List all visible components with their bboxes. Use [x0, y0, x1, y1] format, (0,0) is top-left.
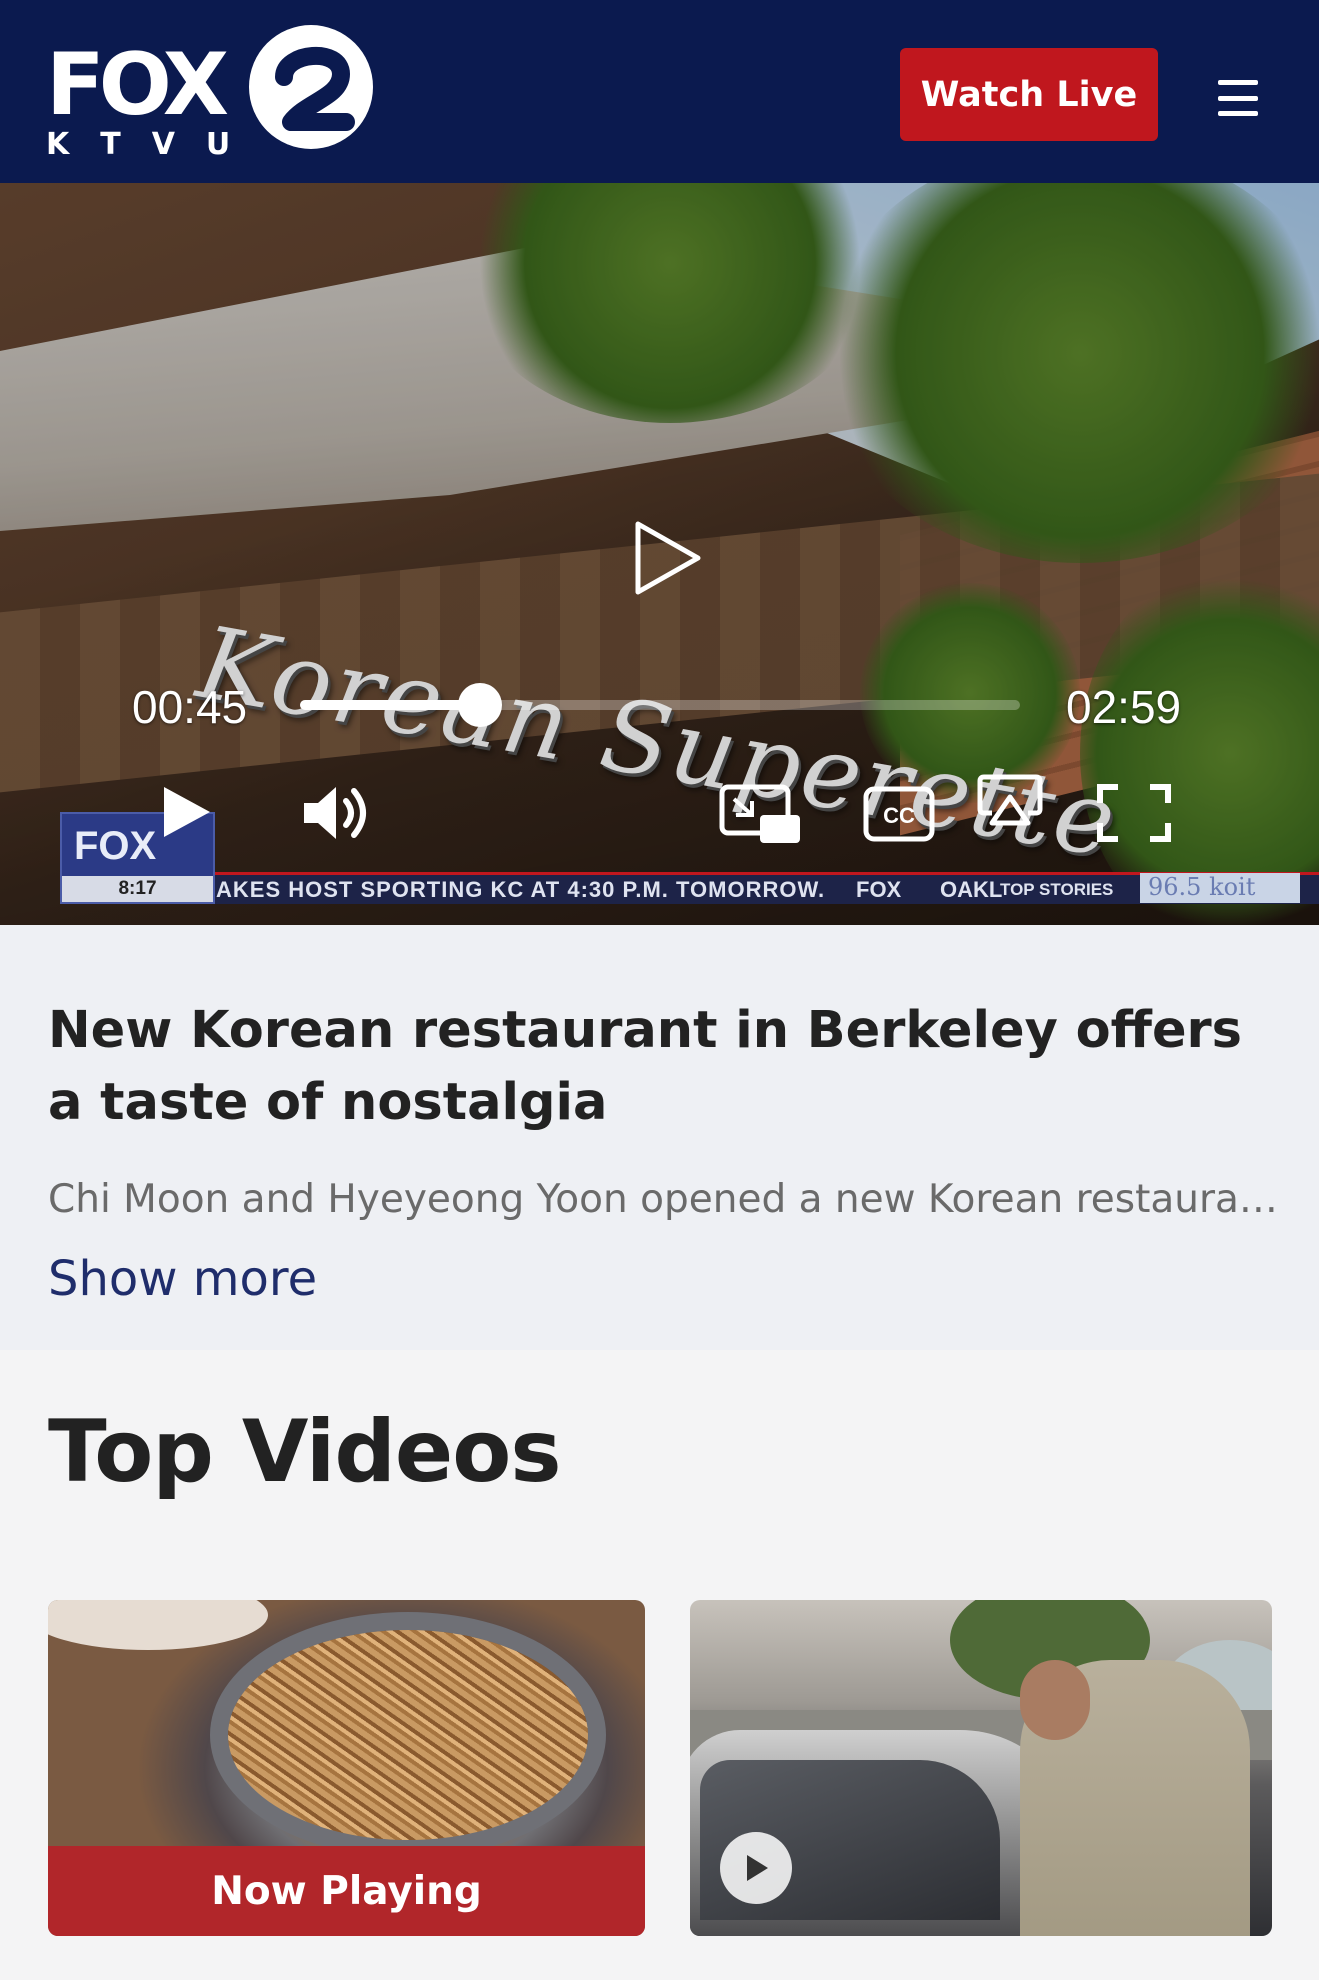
thumbnail-plate [48, 1600, 268, 1650]
progress-bar-fill [300, 700, 480, 710]
logo-ktvu-text: KTVU [46, 127, 262, 162]
volume-icon[interactable] [300, 781, 374, 845]
thumbnail-officer-head [1020, 1660, 1090, 1740]
progress-bar[interactable] [300, 683, 1020, 727]
current-time: 00:45 [132, 681, 248, 733]
airplay-icon[interactable] [976, 773, 1044, 829]
video-card-now-playing[interactable]: Now Playing [48, 1600, 645, 1936]
top-videos-heading: Top Videos [48, 1402, 562, 1502]
ticker-radio-text: 96.5 koit [1140, 873, 1300, 903]
progress-scrubber-handle[interactable] [458, 683, 502, 727]
video-card[interactable] [690, 1600, 1272, 1936]
show-more-link[interactable]: Show more [48, 1251, 317, 1307]
play-icon[interactable] [158, 783, 214, 841]
ticker-text: AKES HOST SPORTING KC AT 4:30 P.M. TOMOR… [216, 877, 826, 902]
ticker-section-text: TOP STORIES [1000, 880, 1114, 899]
video-player[interactable]: Korean Superette 00:45 02:59 AKES HOST S… [0, 183, 1319, 925]
ticker-fox-text: FOX [856, 877, 902, 902]
broadcast-ticker: AKES HOST SPORTING KC AT 4:30 P.M. TOMOR… [60, 872, 1319, 904]
article-headline: New Korean restaurant in Berkeley offers… [48, 1001, 1243, 1132]
station-bug-logo: FOX [74, 824, 157, 868]
closed-captions-icon[interactable]: CC [862, 785, 936, 843]
logo-two-mark [249, 25, 373, 149]
total-duration: 02:59 [1066, 681, 1182, 733]
closed-captions-label: CC [883, 803, 915, 828]
picture-in-picture-icon[interactable] [718, 783, 804, 845]
thumbnail-noodles [228, 1630, 588, 1840]
now-playing-label: Now Playing [48, 1846, 645, 1936]
card-play-icon[interactable] [720, 1832, 792, 1904]
ticker-city-text: OAKL [940, 877, 1003, 902]
fox2-ktvu-logo[interactable]: FOX KTVU [46, 22, 376, 162]
site-header: FOX KTVU Watch Live [0, 0, 1319, 183]
fullscreen-icon[interactable] [1096, 783, 1172, 843]
article-summary-section: New Korean restaurant in Berkeley offers… [0, 925, 1319, 1350]
article-summary: Chi Moon and Hyeyeong Yoon opened a new … [48, 1177, 1288, 1222]
center-play-icon[interactable] [632, 518, 704, 598]
station-bug-time: 8:17 [62, 876, 213, 902]
watch-live-button[interactable]: Watch Live [900, 48, 1158, 141]
hamburger-menu-icon[interactable] [1218, 80, 1258, 116]
logo-fox-text: FOX [46, 35, 229, 135]
